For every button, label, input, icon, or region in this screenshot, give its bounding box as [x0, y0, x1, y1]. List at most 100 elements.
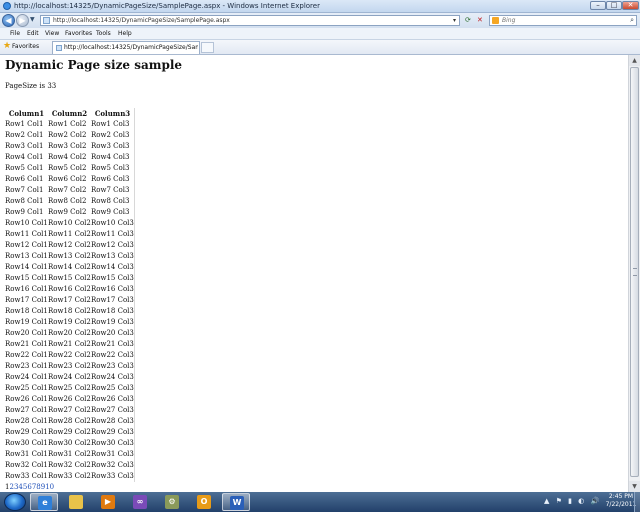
- table-cell: Row17 Col2: [48, 296, 91, 304]
- tab-title: http://localhost:14325/DynamicPageSize/S…: [64, 44, 198, 51]
- clock[interactable]: 2:45 PM 7/22/2011: [604, 493, 638, 509]
- taskbar-button-word[interactable]: W: [222, 493, 250, 511]
- taskbar-button-ie[interactable]: e: [30, 493, 58, 511]
- table-cell: Row18 Col2: [48, 307, 91, 315]
- menu-view[interactable]: View: [45, 28, 59, 39]
- taskbar-button-explorer-folder[interactable]: [62, 493, 90, 511]
- table-row: Row9 Col1 Row9 Col2 Row9 Col3: [5, 207, 135, 218]
- table-cell: Row24 Col2: [48, 373, 91, 381]
- forward-button[interactable]: ▶: [16, 14, 29, 27]
- star-icon: ★: [3, 41, 12, 51]
- table-cell: Row14 Col1: [5, 263, 48, 271]
- table-cell: Row22 Col3: [91, 351, 134, 359]
- table-cell: Row29 Col2: [48, 428, 91, 436]
- table-cell: Row7 Col1: [5, 186, 44, 194]
- taskbar-button-outlook[interactable]: O: [190, 493, 218, 511]
- vertical-scrollbar[interactable]: ▲ ▼: [628, 55, 640, 492]
- menu-favorites[interactable]: Favorites: [65, 28, 92, 39]
- close-button[interactable]: ✕: [622, 1, 639, 10]
- table-row: Row25 Col1 Row25 Col2 Row25 Col3: [5, 383, 135, 394]
- table-cell: Row5 Col3: [91, 164, 130, 172]
- table-cell: Row6 Col3: [91, 175, 130, 183]
- clock-date: 7/22/2011: [605, 501, 637, 508]
- stop-icon[interactable]: ✕: [477, 16, 483, 25]
- pagesize-label: PageSize is 33: [5, 82, 57, 90]
- taskbar-button-visual-studio[interactable]: ∞: [126, 493, 154, 511]
- table-cell: Row23 Col3: [91, 362, 134, 370]
- table-cell: Row15 Col3: [91, 274, 134, 282]
- table-cell: Row22 Col1: [5, 351, 48, 359]
- table-cell: Row33 Col2: [48, 472, 91, 480]
- menu-file[interactable]: File: [10, 28, 20, 39]
- table-cell: Row17 Col3: [91, 296, 134, 304]
- table-cell: Row16 Col2: [48, 285, 91, 293]
- table-cell: Row2 Col1: [5, 131, 44, 139]
- page-title: Dynamic Page size sample: [5, 58, 183, 72]
- refresh-icon[interactable]: ⟳: [465, 16, 471, 25]
- table-cell: Row1 Col2: [48, 120, 87, 128]
- tab-page-icon: [56, 45, 62, 51]
- table-cell: Row5 Col1: [5, 164, 44, 172]
- favorites-bar: ★ Favorites http://localhost:14325/Dynam…: [0, 40, 640, 55]
- table-cell: Row12 Col3: [91, 241, 134, 249]
- table-cell: Row19 Col1: [5, 318, 48, 326]
- column-header: Column3: [94, 109, 131, 118]
- word-icon: W: [230, 496, 244, 510]
- search-icon[interactable]: ⌕: [630, 16, 634, 25]
- search-input[interactable]: [502, 16, 622, 25]
- table-cell: Row21 Col3: [91, 340, 134, 348]
- table-cell: Row14 Col3: [91, 263, 134, 271]
- pager: 12345678910: [5, 483, 54, 492]
- menu-help[interactable]: Help: [118, 28, 132, 39]
- table-row: Row28 Col1 Row28 Col2 Row28 Col3: [5, 416, 135, 427]
- address-url[interactable]: http://localhost:14325/DynamicPageSize/S…: [53, 16, 230, 25]
- new-tab-button[interactable]: [201, 42, 214, 53]
- table-cell: Row18 Col3: [91, 307, 134, 315]
- search-box[interactable]: ⌕: [489, 15, 637, 26]
- start-button[interactable]: [4, 493, 26, 511]
- show-desktop-button[interactable]: [634, 492, 640, 512]
- taskbar-button-media-player[interactable]: ▶: [94, 493, 122, 511]
- scroll-down-icon[interactable]: ▼: [629, 481, 640, 492]
- minimize-button[interactable]: –: [590, 1, 606, 10]
- table-row: Row19 Col1 Row19 Col2 Row19 Col3: [5, 317, 135, 328]
- address-dropdown-icon[interactable]: ▾: [453, 16, 456, 25]
- scroll-up-icon[interactable]: ▲: [629, 55, 640, 66]
- maximize-button[interactable]: □: [606, 1, 622, 10]
- pager-link-10[interactable]: 10: [45, 483, 54, 491]
- table-cell: Row1 Col3: [91, 120, 130, 128]
- favorites-button[interactable]: ★ Favorites: [3, 41, 39, 52]
- table-cell: Row21 Col1: [5, 340, 48, 348]
- history-dropdown-icon[interactable]: ▼: [30, 17, 35, 23]
- table-cell: Row30 Col2: [48, 439, 91, 447]
- table-row: Row14 Col1 Row14 Col2 Row14 Col3: [5, 262, 135, 273]
- address-bar[interactable]: http://localhost:14325/DynamicPageSize/S…: [40, 15, 460, 26]
- table-row: Row22 Col1 Row22 Col2 Row22 Col3: [5, 350, 135, 361]
- table-row: Row17 Col1 Row17 Col2 Row17 Col3: [5, 295, 135, 306]
- table-cell: Row11 Col1: [5, 230, 48, 238]
- window-title-bar: http://localhost:14325/DynamicPageSize/S…: [0, 0, 640, 13]
- scrollbar-thumb[interactable]: [630, 67, 639, 477]
- table-row: Row8 Col1 Row8 Col2 Row8 Col3: [5, 196, 135, 207]
- back-button[interactable]: ◀: [2, 14, 15, 27]
- menu-bar: File Edit View Favorites Tools Help: [0, 28, 640, 40]
- menu-tools[interactable]: Tools: [96, 28, 111, 39]
- page-content: Dynamic Page size sample PageSize is 33 …: [0, 55, 628, 492]
- table-cell: Row3 Col2: [48, 142, 87, 150]
- table-cell: Row27 Col3: [91, 406, 134, 414]
- table-cell: Row1 Col1: [5, 120, 44, 128]
- browser-tab[interactable]: http://localhost:14325/DynamicPageSize/S…: [52, 41, 200, 54]
- table-row: Row6 Col1 Row6 Col2 Row6 Col3: [5, 174, 135, 185]
- visual-studio-icon: ∞: [133, 495, 147, 509]
- ie-app-icon: [3, 2, 11, 10]
- table-cell: Row9 Col2: [48, 208, 87, 216]
- table-row: Row1 Col1 Row1 Col2 Row1 Col3: [5, 119, 135, 130]
- table-cell: Row4 Col2: [48, 153, 87, 161]
- tray-icons[interactable]: ▲ ⚑ ▮ ◐ 🔊: [544, 497, 601, 506]
- menu-edit[interactable]: Edit: [27, 28, 39, 39]
- table-row: Row12 Col1 Row12 Col2 Row12 Col3: [5, 240, 135, 251]
- table-cell: Row18 Col1: [5, 307, 48, 315]
- table-cell: Row25 Col2: [48, 384, 91, 392]
- taskbar-button-network-tool[interactable]: ⚙: [158, 493, 186, 511]
- scroll-grip-icon: [633, 268, 637, 276]
